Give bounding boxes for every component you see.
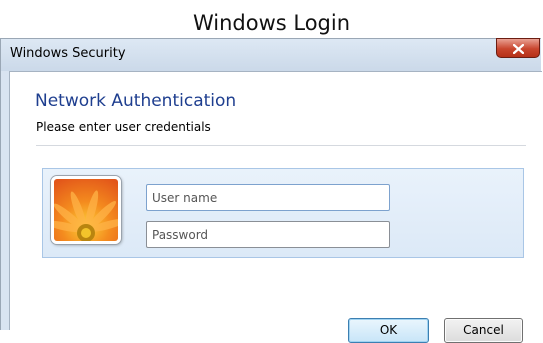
ok-button[interactable]: OK xyxy=(348,318,429,343)
username-input[interactable] xyxy=(146,184,390,211)
window-title: Windows Security xyxy=(10,46,126,61)
credential-tile xyxy=(42,168,524,258)
password-input[interactable] xyxy=(146,221,390,248)
close-button[interactable] xyxy=(496,38,540,58)
separator xyxy=(36,145,526,146)
dialog-content: Network Authentication Please enter user… xyxy=(9,71,542,343)
page-heading: Windows Login xyxy=(192,11,351,35)
titlebar[interactable]: Windows Security xyxy=(1,38,541,71)
close-icon xyxy=(512,43,524,55)
dialog-heading: Network Authentication xyxy=(35,91,237,111)
avatar xyxy=(51,176,121,244)
flower-avatar-icon xyxy=(54,179,118,241)
cancel-button[interactable]: Cancel xyxy=(444,318,523,343)
windows-security-dialog: Windows Security Network Authentication … xyxy=(0,38,542,343)
dialog-instructions: Please enter user credentials xyxy=(36,120,211,134)
